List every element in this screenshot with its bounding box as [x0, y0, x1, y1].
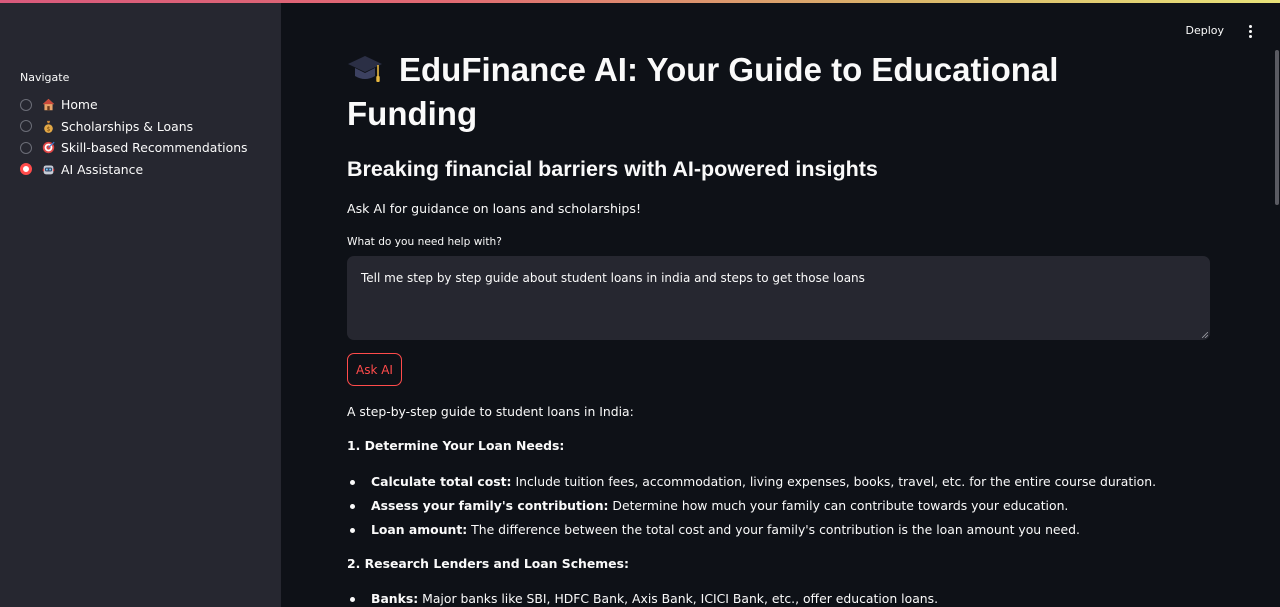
nav-item-label: Home	[61, 97, 98, 113]
page-title: EduFinance AI: Your Guide to Educational…	[347, 48, 1212, 136]
nav-item-label: Skill-based Recommendations	[61, 140, 248, 156]
house-icon	[42, 99, 55, 111]
bullet-icon	[350, 480, 355, 485]
more-options-icon[interactable]	[1247, 25, 1253, 39]
radio-button[interactable]	[20, 98, 32, 111]
deploy-button[interactable]: Deploy	[1185, 24, 1224, 37]
page-title-line1: EduFinance AI: Your Guide to Educational	[399, 51, 1059, 88]
top-decoration-bar	[0, 0, 1280, 3]
nav-item-ai-assistance[interactable]: AI Assistance	[20, 159, 248, 181]
help-textarea[interactable]: Tell me step by step guide about student…	[347, 256, 1210, 340]
page-subtitle: Breaking financial barriers with AI-powe…	[347, 157, 878, 181]
list-item-bold: Banks:	[371, 591, 419, 606]
list-item-text: Determine how much your family can contr…	[608, 498, 1069, 513]
target-icon	[42, 142, 55, 154]
nav-title: Navigate	[20, 71, 70, 84]
nav-item-scholarships-loans[interactable]: $ Scholarships & Loans	[20, 116, 248, 138]
list-item-bold: Calculate total cost:	[371, 474, 512, 489]
content-column: EduFinance AI: Your Guide to Educational…	[347, 48, 1212, 606]
nav-item-label: AI Assistance	[61, 161, 144, 177]
nav-item-home[interactable]: Home	[20, 94, 248, 116]
list-item-text: Major banks like SBI, HDFC Bank, Axis Ba…	[418, 591, 939, 606]
svg-text:$: $	[47, 126, 51, 133]
nav-item-skill-recommendations[interactable]: Skill-based Recommendations	[20, 137, 248, 159]
page-title-line2: Funding	[347, 95, 478, 132]
bullet-icon	[350, 528, 355, 533]
nav-radio-group: Home $ Scholarships & Loans Skill-based …	[20, 94, 248, 180]
bullet-icon	[350, 597, 355, 602]
radio-button-selected[interactable]	[20, 163, 32, 176]
list-item-text: The difference between the total cost an…	[467, 522, 1080, 537]
list-item-text: Include tuition fees, accommodation, liv…	[511, 474, 1157, 489]
radio-button[interactable]	[20, 141, 32, 154]
list-item-bold: Assess your family's contribution:	[371, 498, 609, 513]
input-label: What do you need help with?	[347, 236, 502, 248]
scrollbar[interactable]	[1275, 50, 1279, 205]
graduation-cap-icon	[348, 56, 382, 82]
resize-handle-icon[interactable]	[1202, 332, 1208, 338]
sidebar: Navigate Home $ Scholarships & Loans Ski…	[0, 0, 281, 607]
list-item-bold: Loan amount:	[371, 522, 468, 537]
ask-ai-button[interactable]: Ask AI	[347, 353, 402, 386]
response-section-title: 2. Research Lenders and Loan Schemes:	[347, 556, 629, 571]
response-lead: A step-by-step guide to student loans in…	[347, 404, 634, 419]
textarea-value: Tell me step by step guide about student…	[361, 271, 865, 285]
money-bag-icon: $	[44, 120, 53, 133]
robot-icon	[42, 165, 55, 175]
radio-button[interactable]	[20, 120, 32, 133]
response-section-title: 1. Determine Your Loan Needs:	[347, 438, 565, 453]
intro-text: Ask AI for guidance on loans and scholar…	[347, 201, 642, 216]
nav-item-label: Scholarships & Loans	[61, 118, 194, 134]
bullet-icon	[350, 504, 355, 509]
